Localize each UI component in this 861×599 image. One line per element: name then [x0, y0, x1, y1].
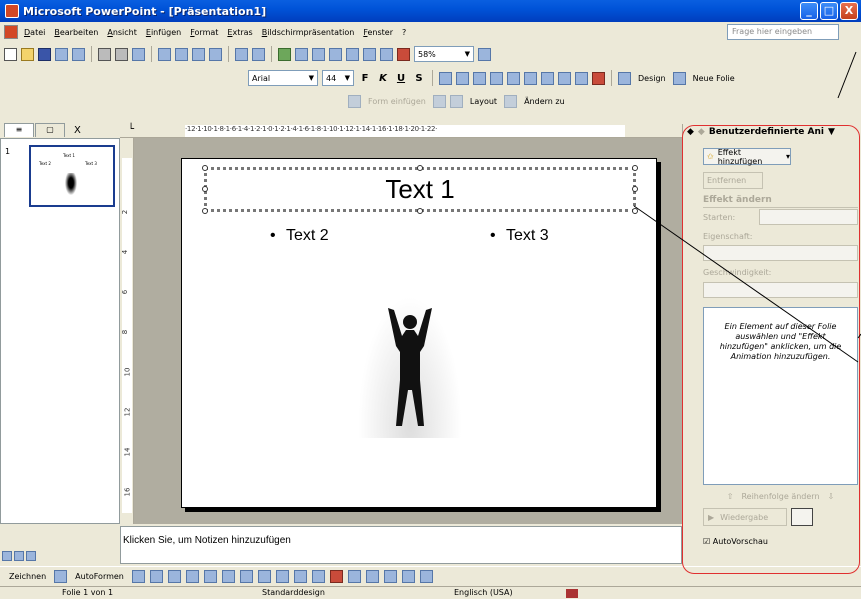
annotation-line	[633, 205, 859, 363]
annotation-lines	[633, 51, 861, 363]
annotation-line	[837, 51, 857, 99]
